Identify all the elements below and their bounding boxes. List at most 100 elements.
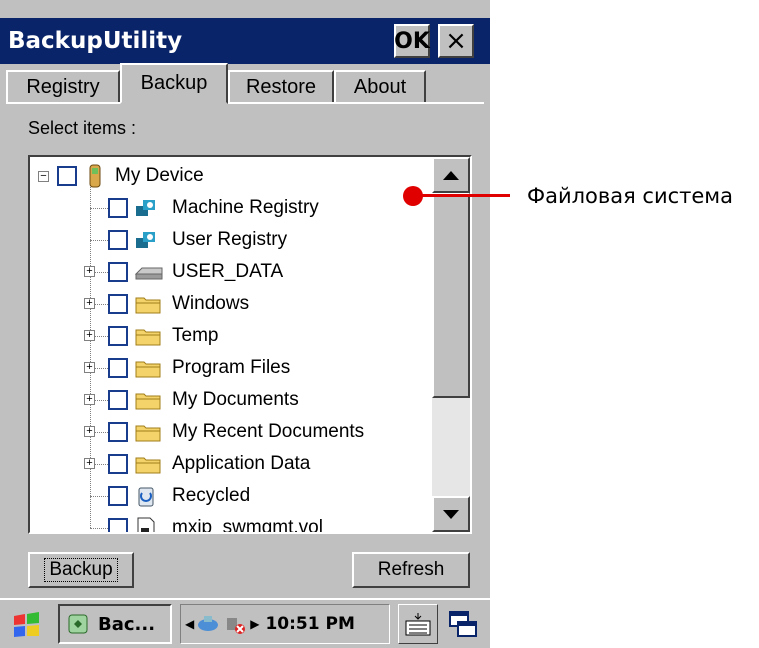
tree-item-row[interactable]: + Temp	[84, 321, 219, 351]
clock[interactable]: 10:51 PM	[265, 614, 354, 634]
tree-line	[90, 528, 108, 529]
tree-item-row[interactable]: + My Documents	[84, 385, 299, 415]
checkbox[interactable]	[108, 454, 128, 474]
keyboard-icon	[405, 613, 431, 636]
arrow-up-icon	[443, 171, 459, 180]
tree-line	[90, 183, 91, 528]
folder-icon	[134, 452, 164, 476]
windows-stack-icon	[449, 611, 477, 637]
title-bar: BackupUtility OK ×	[0, 18, 490, 64]
tree-item-row[interactable]: Recycled	[108, 481, 250, 511]
refresh-button[interactable]: Refresh	[352, 552, 470, 588]
expand-toggle[interactable]: +	[84, 394, 95, 405]
scroll-up-button[interactable]	[432, 157, 470, 193]
windows-flag-icon	[14, 612, 39, 637]
checkbox[interactable]	[108, 326, 128, 346]
tree-item-label: My Documents	[172, 389, 299, 410]
tree-item-label: USER_DATA	[172, 261, 284, 282]
callout-dot	[403, 186, 423, 206]
tree-item-label: Machine Registry	[172, 197, 319, 218]
tree-item-row[interactable]: User Registry	[108, 225, 287, 255]
select-items-label: Select items :	[28, 118, 137, 138]
tree-line	[90, 496, 108, 497]
checkbox[interactable]	[108, 198, 128, 218]
network-icon[interactable]	[196, 612, 220, 636]
folder-icon	[134, 356, 164, 380]
app-icon	[66, 612, 90, 636]
tree-item-label: My Device	[115, 165, 204, 186]
tree-item-label: Temp	[172, 325, 219, 346]
folder-icon	[134, 292, 164, 316]
vertical-scrollbar[interactable]	[432, 157, 470, 532]
scroll-down-button[interactable]	[432, 496, 470, 532]
expand-toggle[interactable]: +	[84, 330, 95, 341]
taskbar-app-button[interactable]: Bac...	[58, 604, 172, 644]
checkbox[interactable]	[108, 262, 128, 282]
collapse-toggle[interactable]: −	[38, 170, 49, 182]
taskbar-app-label: Bac...	[98, 613, 156, 635]
checkbox[interactable]	[108, 358, 128, 378]
tree-item-label: mxip_swmgmt.vol	[172, 517, 323, 534]
expand-toggle[interactable]: +	[84, 298, 95, 309]
tab-about[interactable]: About	[334, 70, 426, 104]
keyboard-button[interactable]	[398, 604, 438, 644]
tree-item-label: User Registry	[172, 229, 288, 250]
file-tree[interactable]: − My Device Machine Registry User Registr…	[28, 155, 472, 534]
drive-icon	[134, 260, 164, 284]
tree-item-row[interactable]: + Application Data	[84, 449, 311, 479]
tree-item-row[interactable]: Machine Registry	[108, 193, 319, 223]
expand-toggle[interactable]: +	[84, 426, 95, 437]
tab-restore[interactable]: Restore	[228, 70, 334, 104]
tree-content: − My Device Machine Registry User Registr…	[30, 157, 430, 532]
tree-item-row[interactable]: + USER_DATA	[84, 257, 284, 287]
backup-button[interactable]: Backup	[28, 552, 134, 588]
registry-icon	[134, 228, 164, 252]
tree-item-label: Application Data	[172, 453, 311, 474]
checkbox[interactable]	[108, 422, 128, 442]
backup-button-label: Backup	[44, 558, 118, 582]
start-button[interactable]	[6, 606, 48, 644]
volume-muted-icon[interactable]	[224, 612, 248, 636]
tree-item-label: Windows	[172, 293, 250, 314]
expand-toggle[interactable]: +	[84, 458, 95, 469]
registry-icon	[134, 196, 164, 220]
callout-label: Файловая система	[527, 184, 734, 208]
ok-button[interactable]: OK	[394, 24, 430, 58]
taskbar: Bac... ◀ ▶ 10:51 PM	[0, 598, 490, 648]
tray-left-arrow-icon[interactable]: ◀	[185, 617, 194, 631]
checkbox[interactable]	[108, 390, 128, 410]
system-tray: ◀ ▶ 10:51 PM	[180, 604, 390, 644]
tree-line	[90, 240, 108, 241]
folder-icon	[134, 388, 164, 412]
checkbox[interactable]	[108, 294, 128, 314]
tree-item-label: Program Files	[172, 357, 291, 378]
device-icon	[83, 164, 107, 188]
tree-item-label: My Recent Documents	[172, 421, 365, 442]
pda-screen: BackupUtility OK × Registry Backup Resto…	[0, 0, 490, 648]
tab-panel-border	[6, 102, 484, 104]
checkbox[interactable]	[108, 518, 128, 532]
file-icon	[134, 516, 164, 532]
expand-toggle[interactable]: +	[84, 266, 95, 277]
close-button[interactable]: ×	[438, 24, 474, 58]
checkbox[interactable]	[108, 486, 128, 506]
tree-item-row[interactable]: + Windows	[84, 289, 250, 319]
tree-line	[90, 208, 108, 209]
tree-item-row[interactable]: mxip_swmgmt.vol	[108, 513, 323, 534]
show-desktop-button[interactable]	[446, 606, 480, 642]
tab-backup[interactable]: Backup	[120, 63, 228, 104]
checkbox[interactable]	[57, 166, 77, 186]
tab-registry[interactable]: Registry	[6, 70, 120, 104]
folder-icon	[134, 324, 164, 348]
tray-right-arrow-icon[interactable]: ▶	[250, 617, 259, 631]
recycle-bin-icon	[134, 484, 164, 508]
tree-item-row[interactable]: + My Recent Documents	[84, 417, 365, 447]
checkbox[interactable]	[108, 230, 128, 250]
tree-item-label: Recycled	[172, 485, 251, 506]
tree-root-row[interactable]: − My Device	[38, 161, 204, 191]
scroll-thumb[interactable]	[432, 193, 470, 398]
callout-line	[413, 194, 510, 197]
arrow-down-icon	[443, 510, 459, 519]
expand-toggle[interactable]: +	[84, 362, 95, 373]
tree-item-row[interactable]: + Program Files	[84, 353, 291, 383]
